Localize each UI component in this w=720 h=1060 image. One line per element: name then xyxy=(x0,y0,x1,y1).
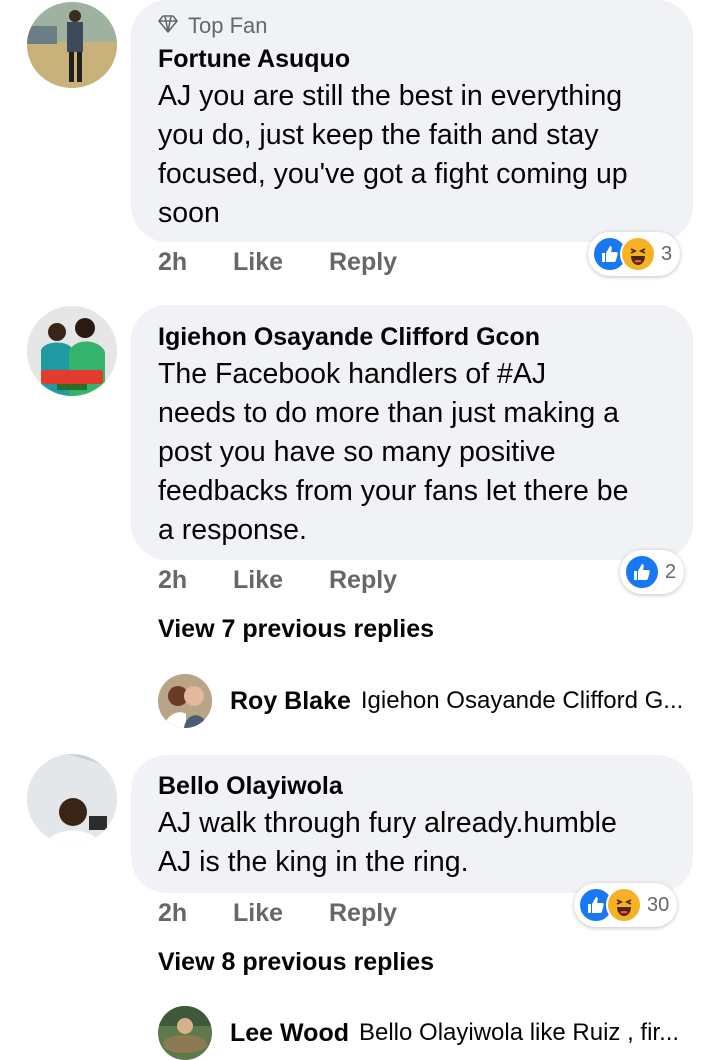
comment-text: AJ walk through fury already.humble AJ i… xyxy=(158,804,669,882)
top-fan-label: Top Fan xyxy=(188,13,268,38)
comment-line: needs to do more than just making a xyxy=(158,397,620,429)
reply-preview-text[interactable]: Bello Olayiwola like Ruiz , fir... xyxy=(359,1019,679,1047)
top-fan-badge: Top Fan xyxy=(158,11,669,41)
reaction-summary[interactable]: 30 xyxy=(574,883,678,927)
comment-line: AJ is the king in the ring. xyxy=(158,846,469,878)
reply-button[interactable]: Reply xyxy=(329,899,397,928)
avatar-igiehon-osayande[interactable] xyxy=(27,306,117,396)
comment-line: a response. xyxy=(158,514,307,546)
comment-actions: 2h Like Reply xyxy=(158,566,397,595)
comment-bubble-2[interactable]: Igiehon Osayande Clifford Gcon The Faceb… xyxy=(131,305,693,560)
comment-bubble-1[interactable]: Top Fan Fortune Asuquo AJ you are still … xyxy=(131,0,693,242)
latest-reply-row[interactable]: Lee Wood Bello Olayiwola like Ruiz , fir… xyxy=(158,1006,679,1060)
haha-reaction-icon xyxy=(620,236,656,272)
comment-line: post you have so many positive xyxy=(158,436,556,468)
view-previous-replies-link[interactable]: View 8 previous replies xyxy=(158,948,434,977)
comment-line: AJ walk through fury already.humble xyxy=(158,807,617,839)
reaction-count: 2 xyxy=(665,560,677,583)
avatar-fortune-asuquo[interactable] xyxy=(27,2,117,88)
reaction-count: 3 xyxy=(661,242,673,265)
comment-line: focused, you've got a fight coming up xyxy=(158,158,628,190)
diamond-icon xyxy=(158,11,178,41)
comment-text: AJ you are still the best in everything … xyxy=(158,77,669,233)
like-button[interactable]: Like xyxy=(233,566,329,595)
avatar-roy-blake[interactable] xyxy=(158,674,212,728)
comment-actions: 2h Like Reply xyxy=(158,248,397,277)
latest-reply-row[interactable]: Roy Blake Igiehon Osayande Clifford G... xyxy=(158,674,683,728)
comment-author[interactable]: Bello Olayiwola xyxy=(158,768,669,804)
view-previous-replies-link[interactable]: View 7 previous replies xyxy=(158,615,434,644)
comment-line: you do, just keep the faith and stay xyxy=(158,119,599,151)
avatar-lee-wood[interactable] xyxy=(158,1006,212,1060)
reaction-summary[interactable]: 3 xyxy=(588,232,681,276)
comment-time: 2h xyxy=(158,248,188,276)
reply-preview-text[interactable]: Igiehon Osayande Clifford G... xyxy=(361,687,683,715)
like-button[interactable]: Like xyxy=(233,899,329,928)
comment-line: soon xyxy=(158,197,220,229)
reply-author[interactable]: Lee Wood xyxy=(230,1019,349,1048)
haha-reaction-icon xyxy=(606,887,642,923)
comment-line: AJ you are still the best in everything xyxy=(158,80,623,112)
comment-time: 2h xyxy=(158,899,188,927)
comment-author[interactable]: Fortune Asuquo xyxy=(158,41,669,77)
reaction-count: 30 xyxy=(647,893,670,916)
comment-line: The Facebook handlers of #AJ xyxy=(158,358,547,390)
comment-text: The Facebook handlers of #AJ needs to do… xyxy=(158,355,669,550)
reply-button[interactable]: Reply xyxy=(329,566,397,595)
like-button[interactable]: Like xyxy=(233,248,329,277)
like-reaction-icon xyxy=(624,554,660,590)
comment-author[interactable]: Igiehon Osayande Clifford Gcon xyxy=(158,319,669,355)
comment-actions: 2h Like Reply xyxy=(158,899,397,928)
comment-line: feedbacks from your fans let there be xyxy=(158,475,629,507)
comment-bubble-3[interactable]: Bello Olayiwola AJ walk through fury alr… xyxy=(131,755,693,893)
reaction-summary[interactable]: 2 xyxy=(620,550,685,594)
reply-button[interactable]: Reply xyxy=(329,248,397,277)
comment-time: 2h xyxy=(158,566,188,594)
avatar-bello-olayiwola[interactable] xyxy=(27,754,117,844)
reply-author[interactable]: Roy Blake xyxy=(230,687,351,716)
